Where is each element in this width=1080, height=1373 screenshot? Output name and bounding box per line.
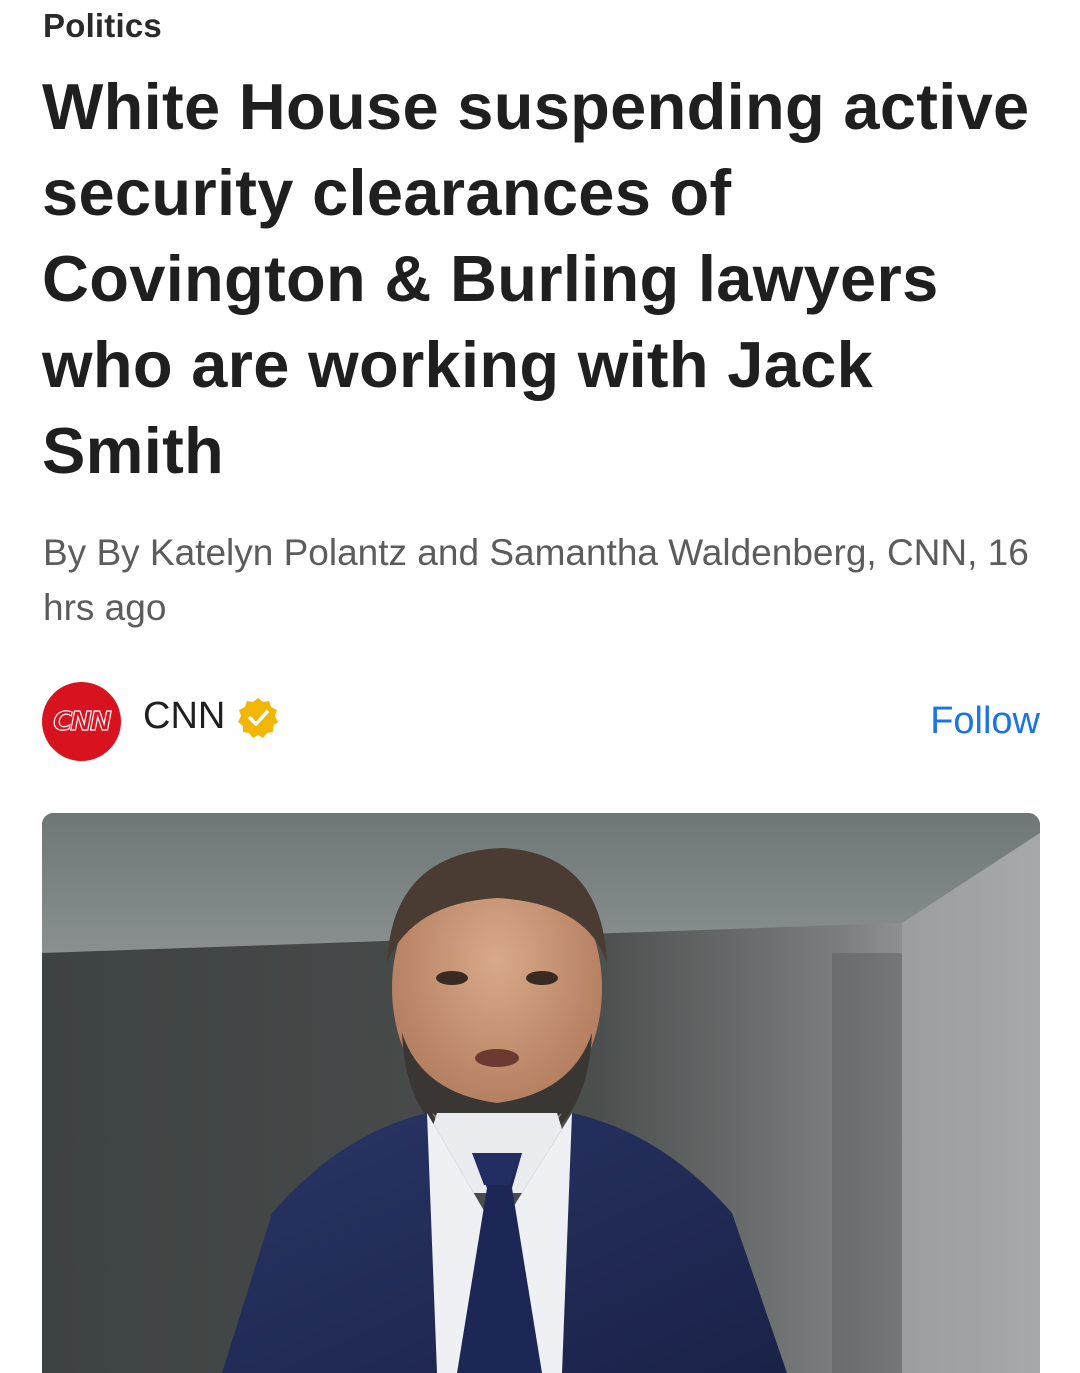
publisher-name[interactable]: CNN: [143, 694, 225, 738]
publisher-row: CNN CNN Follow: [42, 682, 1040, 762]
article-headline: White House suspending active security c…: [42, 70, 1030, 487]
article-category[interactable]: Politics: [43, 6, 162, 46]
article-photo-graphic: [42, 813, 1040, 1373]
verified-badge-icon: [238, 698, 278, 738]
article-byline: By By Katelyn Polantz and Samantha Walde…: [43, 532, 1029, 628]
follow-button[interactable]: Follow: [930, 698, 1040, 744]
article-photo[interactable]: [42, 813, 1040, 1373]
logo-text: CNN: [53, 706, 113, 737]
cnn-logo-icon[interactable]: CNN: [42, 682, 121, 761]
